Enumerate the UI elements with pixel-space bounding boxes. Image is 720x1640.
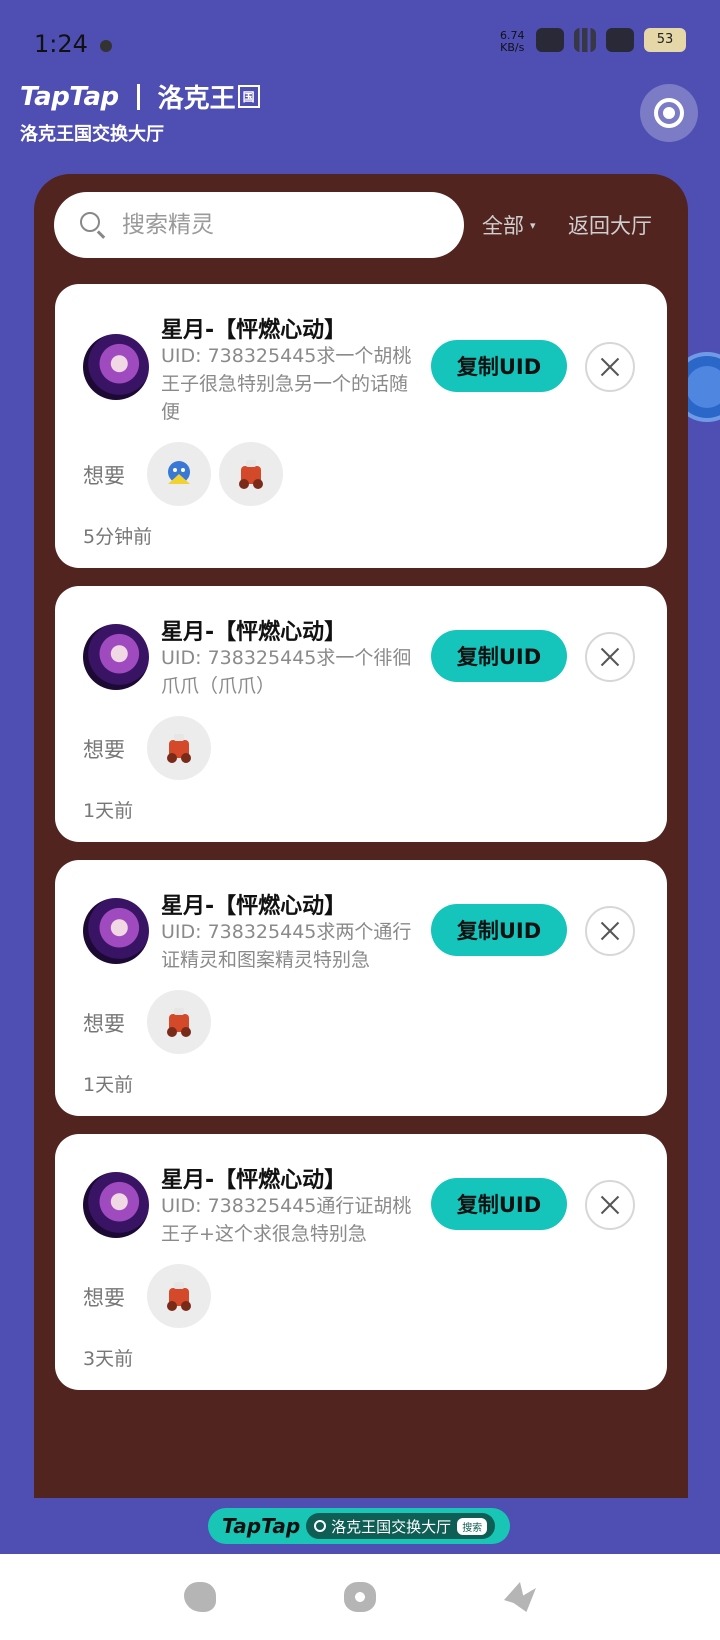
battery-icon: 53 [644,28,686,52]
trade-card: 星月-【怦燃心动】 UID: 738325445求一个徘徊爪爪（爪爪） 复制UI… [55,586,667,842]
copy-uid-button[interactable]: 复制UID [431,630,567,682]
wifi-icon [606,28,634,52]
back-to-hall-link[interactable]: 返回大厅 [568,210,652,240]
target-button[interactable] [640,84,698,142]
want-label: 想要 [83,464,125,488]
red-robot-pet-icon [239,460,263,489]
trade-card: 星月-【怦燃心动】 UID: 738325445通行证胡桃王子+这个求很急特别急… [55,1134,667,1390]
post-time: 3天前 [83,1348,134,1370]
red-robot-pet-icon [167,734,191,763]
want-label: 想要 [83,738,125,762]
trade-card: 星月-【怦燃心动】 UID: 738325445求两个通行证精灵和图案精灵特别急… [55,860,667,1116]
trade-panel: 全部 ▾ 返回大厅 星月-【怦燃心动】 UID: 738325445求一个胡桃王… [34,174,688,1498]
copy-uid-button[interactable]: 复制UID [431,1178,567,1230]
taptap-logo: TapTap [20,81,119,112]
trade-card: 星月-【怦燃心动】 UID: 738325445求一个胡桃王子很急特别急另一个的… [55,284,667,568]
avatar[interactable] [83,334,149,400]
network-speed: 6.74 KB/s [500,30,525,54]
notification-icon [100,40,112,52]
app-status-icon [536,28,564,52]
filter-label: 全部 [482,214,524,238]
status-icons: 53 [536,28,686,52]
game-logo: 洛克王 [157,84,236,114]
status-time: 1:24 [34,30,88,58]
page-title: 洛克王国交换大厅 [20,124,164,145]
avatar[interactable] [83,624,149,690]
pet-avatar[interactable] [147,990,211,1054]
want-label: 想要 [83,1012,125,1036]
game-logo-badge: 国 [237,85,260,108]
user-name: 星月-【怦燃心动】 [161,1168,347,1193]
filter-dropdown[interactable]: 全部 ▾ [482,210,536,240]
pet-avatar[interactable] [147,442,211,506]
trade-description: UID: 738325445通行证胡桃王子+这个求很急特别急 [161,1195,412,1245]
assistant-icon [686,366,720,408]
signal-icon [574,28,596,52]
trade-description: UID: 738325445求两个通行证精灵和图案精灵特别急 [161,921,412,971]
banner-tag: 搜索 [457,1517,488,1535]
brand-divider [136,83,140,110]
copy-uid-button[interactable]: 复制UID [431,904,567,956]
user-name: 星月-【怦燃心动】 [161,318,347,343]
user-name: 星月-【怦燃心动】 [161,894,347,919]
brand-logo: TapTap 洛克王 国 [20,78,260,115]
copy-uid-button[interactable]: 复制UID [431,340,567,392]
pet-avatar[interactable] [147,1264,211,1328]
bottom-nav [0,1554,720,1640]
user-name: 星月-【怦燃心动】 [161,620,347,645]
banner-search-pill: 洛克王国交换大厅 搜索 [306,1513,496,1539]
target-icon [654,98,684,128]
blue-yellow-pet-icon [168,461,190,484]
avatar[interactable] [83,898,149,964]
search-icon [80,212,106,239]
speed-unit: KB/s [500,41,525,54]
search-bar[interactable] [54,192,464,258]
search-input[interactable] [122,212,402,238]
close-button[interactable] [585,906,635,956]
post-time: 1天前 [83,800,134,822]
close-button[interactable] [585,342,635,392]
close-button[interactable] [585,632,635,682]
trade-description: UID: 738325445求一个徘徊爪爪（爪爪） [161,647,412,697]
trade-description: UID: 738325445求一个胡桃王子很急特别急另一个的话随便 [161,345,412,423]
avatar[interactable] [83,1172,149,1238]
banner-taptap-logo: TapTap [222,1514,301,1538]
flower-icon[interactable] [344,1582,376,1612]
taptap-search-banner[interactable]: TapTap 洛克王国交换大厅 搜索 [208,1508,510,1544]
post-time: 1天前 [83,1074,134,1096]
bird-icon[interactable] [504,1582,536,1612]
red-robot-pet-icon [167,1282,191,1311]
chevron-down-icon: ▾ [530,218,536,232]
status-bar: 1:24 6.74 KB/s 53 [0,0,720,70]
search-icon [314,1520,327,1532]
red-robot-pet-icon [167,1008,191,1037]
dino-icon[interactable] [184,1582,216,1612]
banner-text: 洛克王国交换大厅 [331,1517,452,1536]
pet-avatar[interactable] [219,442,283,506]
close-button[interactable] [585,1180,635,1230]
post-time: 5分钟前 [83,526,153,548]
pet-avatar[interactable] [147,716,211,780]
want-label: 想要 [83,1286,125,1310]
